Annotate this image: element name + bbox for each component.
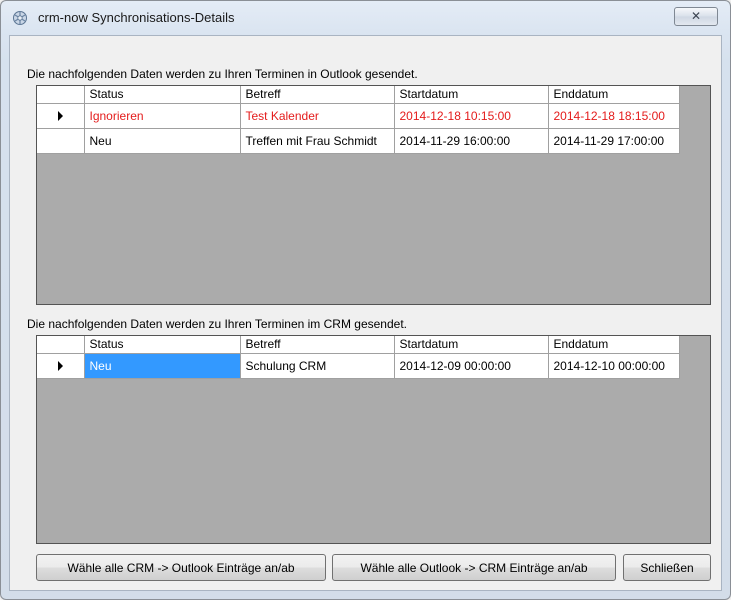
table-row[interactable]: Ignorieren Test Kalender 2014-12-18 10:1… bbox=[37, 103, 680, 129]
cell-enddatum[interactable]: 2014-12-10 00:00:00 bbox=[548, 353, 680, 379]
window-title: crm-now Synchronisations-Details bbox=[38, 10, 235, 25]
outlook-section-label: Die nachfolgenden Daten werden zu Ihren … bbox=[27, 67, 418, 81]
column-header-enddatum[interactable]: Enddatum bbox=[548, 336, 680, 354]
row-header-corner bbox=[37, 336, 85, 354]
cell-enddatum[interactable]: 2014-12-18 18:15:00 bbox=[548, 103, 680, 129]
table-row[interactable]: Neu Treffen mit Frau Schmidt 2014-11-29 … bbox=[37, 128, 680, 154]
cell-betreff[interactable]: Schulung CRM bbox=[240, 353, 395, 379]
outlook-table: Status Betreff Startdatum Enddatum Ignor… bbox=[37, 86, 680, 154]
row-header-corner bbox=[37, 86, 85, 104]
close-icon: ✕ bbox=[690, 9, 702, 23]
column-header-betreff[interactable]: Betreff bbox=[240, 86, 395, 104]
column-header-startdatum[interactable]: Startdatum bbox=[394, 86, 549, 104]
row-selector[interactable] bbox=[37, 128, 85, 154]
crm-header-row: Status Betreff Startdatum Enddatum bbox=[37, 336, 680, 354]
cell-betreff[interactable]: Treffen mit Frau Schmidt bbox=[240, 128, 395, 154]
crm-now-app-icon bbox=[13, 11, 27, 25]
table-row[interactable]: Neu Schulung CRM 2014-12-09 00:00:00 201… bbox=[37, 353, 680, 379]
window-close-button[interactable]: ✕ bbox=[674, 7, 718, 26]
column-header-betreff[interactable]: Betreff bbox=[240, 336, 395, 354]
row-selector[interactable] bbox=[37, 353, 85, 379]
column-header-startdatum[interactable]: Startdatum bbox=[394, 336, 549, 354]
crm-table: Status Betreff Startdatum Enddatum Neu S… bbox=[37, 336, 680, 379]
cell-status-selected[interactable]: Neu bbox=[84, 353, 241, 379]
column-header-status[interactable]: Status bbox=[84, 336, 241, 354]
column-header-status[interactable]: Status bbox=[84, 86, 241, 104]
cell-status[interactable]: Neu bbox=[84, 128, 241, 154]
dialog-window: crm-now Synchronisations-Details ✕ Die n… bbox=[0, 0, 731, 600]
current-row-arrow-icon bbox=[57, 361, 63, 372]
crm-section-label: Die nachfolgenden Daten werden zu Ihren … bbox=[27, 317, 407, 331]
current-row-arrow-icon bbox=[57, 111, 63, 122]
crm-grid[interactable]: Status Betreff Startdatum Enddatum Neu S… bbox=[36, 335, 711, 544]
close-button[interactable]: Schließen bbox=[623, 554, 711, 581]
cell-startdatum[interactable]: 2014-11-29 16:00:00 bbox=[394, 128, 549, 154]
row-selector[interactable] bbox=[37, 103, 85, 129]
outlook-header-row: Status Betreff Startdatum Enddatum bbox=[37, 86, 680, 104]
cell-startdatum[interactable]: 2014-12-09 00:00:00 bbox=[394, 353, 549, 379]
outlook-grid[interactable]: Status Betreff Startdatum Enddatum Ignor… bbox=[36, 85, 711, 305]
cell-startdatum[interactable]: 2014-12-18 10:15:00 bbox=[394, 103, 549, 129]
title-bar[interactable]: crm-now Synchronisations-Details ✕ bbox=[1, 1, 730, 35]
cell-status[interactable]: Ignorieren bbox=[84, 103, 241, 129]
cell-enddatum[interactable]: 2014-11-29 17:00:00 bbox=[548, 128, 680, 154]
cell-betreff[interactable]: Test Kalender bbox=[240, 103, 395, 129]
toggle-outlook-to-crm-button[interactable]: Wähle alle Outlook -> CRM Einträge an/ab bbox=[332, 554, 616, 581]
column-header-enddatum[interactable]: Enddatum bbox=[548, 86, 680, 104]
toggle-crm-to-outlook-button[interactable]: Wähle alle CRM -> Outlook Einträge an/ab bbox=[36, 554, 326, 581]
